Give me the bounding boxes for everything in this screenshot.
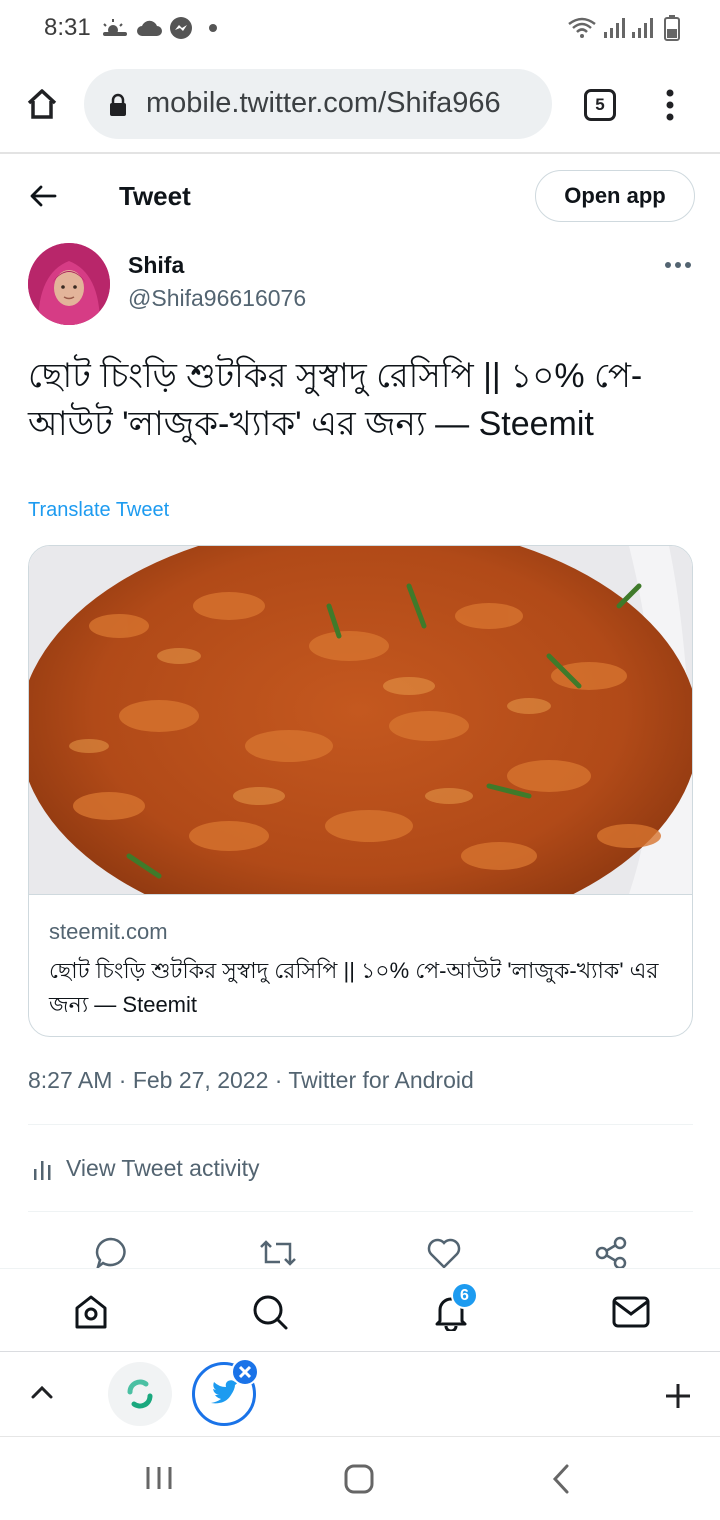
browser-toolbar: mobile.twitter.com/Shifa966 5 (0, 56, 720, 154)
android-home-icon[interactable] (343, 1463, 375, 1495)
status-time: 8:31 (44, 14, 91, 41)
cloud-icon (134, 14, 164, 42)
card-image (29, 546, 692, 941)
messages-icon[interactable] (611, 1295, 651, 1329)
more-vert-icon[interactable] (660, 86, 680, 126)
messenger-icon (167, 14, 195, 42)
analytics-icon[interactable] (33, 1157, 55, 1181)
sun-cloud-icon (100, 14, 130, 42)
tweet-timestamp[interactable]: 8:27 AM · Feb 27, 2022 · Twitter for And… (28, 1067, 474, 1094)
chevron-up-icon[interactable] (30, 1384, 54, 1404)
home-icon[interactable] (24, 86, 60, 122)
translate-tweet-link[interactable]: Translate Tweet (28, 499, 169, 522)
retweet-icon[interactable] (258, 1236, 298, 1268)
new-tab-plus-icon[interactable] (663, 1381, 693, 1411)
notification-badge: 6 (451, 1282, 478, 1309)
reply-icon[interactable] (94, 1236, 128, 1268)
lock-icon (108, 93, 130, 117)
tweet-text: ছোট চিংড়ি শুটকির সুস্বাদু রেসিপি || ১০%… (28, 357, 643, 443)
author-handle[interactable]: @Shifa96616076 (128, 285, 306, 312)
open-app-button[interactable]: Open app (535, 170, 695, 222)
wifi-icon (566, 14, 598, 42)
close-tab-icon[interactable] (231, 1358, 259, 1386)
url-text[interactable]: mobile.twitter.com/Shifa966 (146, 87, 501, 120)
twitter-bottom-nav (0, 1268, 720, 1350)
card-title: ছোট চিংড়ি শুটকির সুস্বাদু রেসিপি || ১০%… (49, 958, 659, 1017)
status-bar: 8:31 (0, 0, 720, 56)
android-nav-bar (0, 1437, 720, 1520)
search-icon[interactable] (251, 1293, 289, 1331)
home-icon[interactable] (72, 1293, 110, 1331)
avatar[interactable] (28, 243, 110, 325)
back-icon[interactable] (550, 1463, 572, 1495)
tab-steemit[interactable] (108, 1362, 172, 1426)
tab-switcher-button[interactable]: 5 (584, 89, 616, 121)
author-name[interactable]: Shifa (128, 252, 184, 279)
signal-icon (630, 14, 654, 42)
divider (28, 1124, 693, 1125)
more-horiz-icon[interactable] (664, 258, 692, 274)
dot-icon (206, 14, 220, 42)
recent-apps-icon[interactable] (144, 1465, 174, 1491)
divider (28, 1211, 693, 1212)
card-domain: steemit.com (49, 919, 168, 944)
battery-icon (662, 14, 682, 42)
page-title: Tweet (119, 181, 191, 211)
signal-icon (602, 14, 626, 42)
like-icon[interactable] (426, 1236, 462, 1268)
card-divider (29, 894, 692, 895)
link-card[interactable]: steemit.com ছোট চিংড়ি শুটকির সুস্বাদু র… (28, 545, 693, 1037)
share-icon[interactable] (594, 1236, 628, 1268)
back-arrow-icon[interactable] (28, 181, 60, 211)
view-tweet-activity-link[interactable]: View Tweet activity (66, 1155, 259, 1182)
steemit-icon (127, 1379, 153, 1409)
